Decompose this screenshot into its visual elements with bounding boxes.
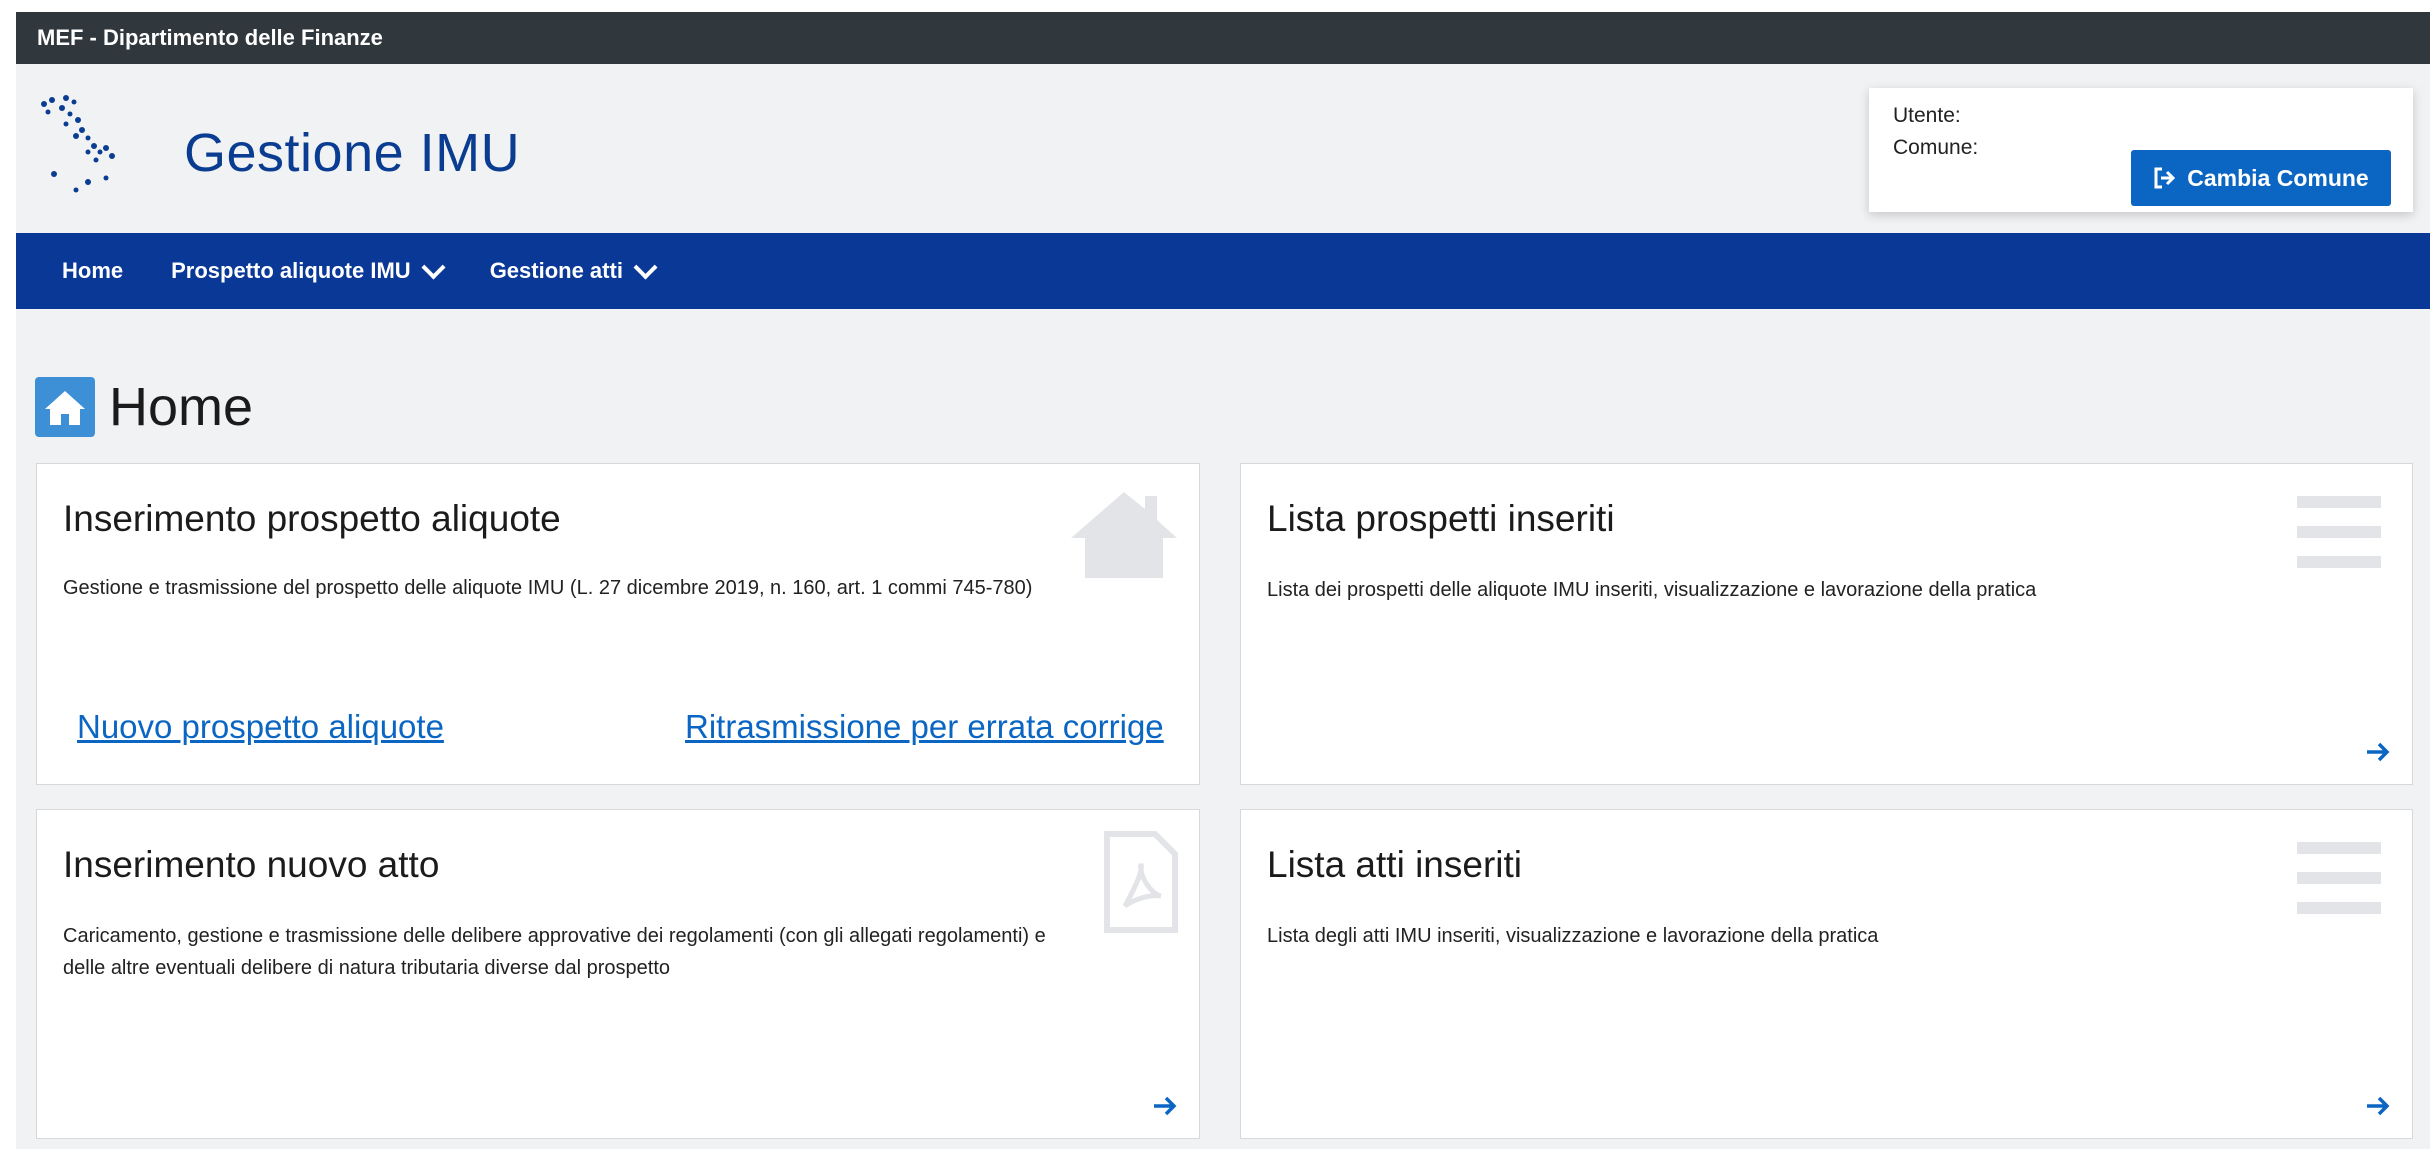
change-comune-label: Cambia Comune — [2187, 164, 2369, 191]
main-navbar: Home Prospetto aliquote IMU Gestione att… — [16, 233, 2430, 309]
list-icon — [2297, 496, 2381, 568]
page-title: Home — [35, 376, 253, 438]
nav-prospetto-aliquote-label: Prospetto aliquote IMU — [171, 258, 411, 283]
brand-header: Gestione IMU Utente: Comune: Cambia Comu… — [16, 64, 2430, 244]
card-inserimento-atto: Inserimento nuovo atto Caricamento, gest… — [36, 809, 1200, 1139]
nuovo-prospetto-link[interactable]: Nuovo prospetto aliquote — [77, 708, 444, 746]
nav-prospetto-aliquote[interactable]: Prospetto aliquote IMU — [171, 254, 446, 284]
arrow-right-icon[interactable] — [2364, 738, 2392, 766]
card-description: Lista degli atti IMU inseriti, visualizz… — [1267, 925, 1879, 947]
change-comune-button[interactable]: Cambia Comune — [2131, 150, 2391, 206]
nav-home[interactable]: Home — [62, 258, 123, 284]
card-lista-prospetti: Lista prospetti inseriti Lista dei prosp… — [1240, 463, 2413, 785]
chevron-down-icon — [421, 254, 446, 280]
card-title: Lista prospetti inseriti — [1267, 498, 1615, 539]
nav-gestione-atti-label: Gestione atti — [489, 258, 623, 283]
comune-label: Comune: — [1893, 136, 1979, 159]
chevron-down-icon — [633, 254, 658, 280]
card-description: Lista dei prospetti delle aliquote IMU i… — [1267, 579, 2037, 601]
user-info-box: Utente: Comune: Cambia Comune — [1869, 88, 2413, 212]
card-description: Caricamento, gestione e trasmissione del… — [63, 925, 1046, 979]
nav-home-label: Home — [62, 258, 124, 283]
card-title: Lista atti inseriti — [1267, 844, 1522, 885]
republic-logo-icon[interactable] — [36, 90, 146, 200]
list-icon — [2297, 842, 2381, 914]
home-icon — [35, 377, 95, 437]
page-container: MEF - Dipartimento delle Finanze Gestion… — [16, 12, 2430, 1149]
card-description: Gestione e trasmissione del prospetto de… — [63, 577, 1033, 599]
pdf-file-icon — [1104, 831, 1178, 933]
sign-out-icon — [2154, 167, 2176, 189]
slim-header-title: MEF - Dipartimento delle Finanze — [37, 25, 383, 50]
card-lista-atti: Lista atti inseriti Lista degli atti IMU… — [1240, 809, 2413, 1139]
card-title: Inserimento prospetto aliquote — [63, 498, 561, 539]
home-icon — [1071, 492, 1177, 578]
arrow-right-icon[interactable] — [1151, 1092, 1179, 1120]
card-title: Inserimento nuovo atto — [63, 844, 440, 885]
user-label: Utente: — [1893, 104, 1961, 127]
ritrasmissione-link[interactable]: Ritrasmissione per errata corrige — [685, 708, 1164, 746]
app-title[interactable]: Gestione IMU — [184, 122, 520, 184]
page-title-text: Home — [109, 377, 254, 437]
nav-gestione-atti[interactable]: Gestione atti — [489, 254, 658, 284]
arrow-right-icon[interactable] — [2364, 1092, 2392, 1120]
slim-header: MEF - Dipartimento delle Finanze — [16, 12, 2430, 64]
card-inserimento-prospetto: Inserimento prospetto aliquote Gestione … — [36, 463, 1200, 785]
